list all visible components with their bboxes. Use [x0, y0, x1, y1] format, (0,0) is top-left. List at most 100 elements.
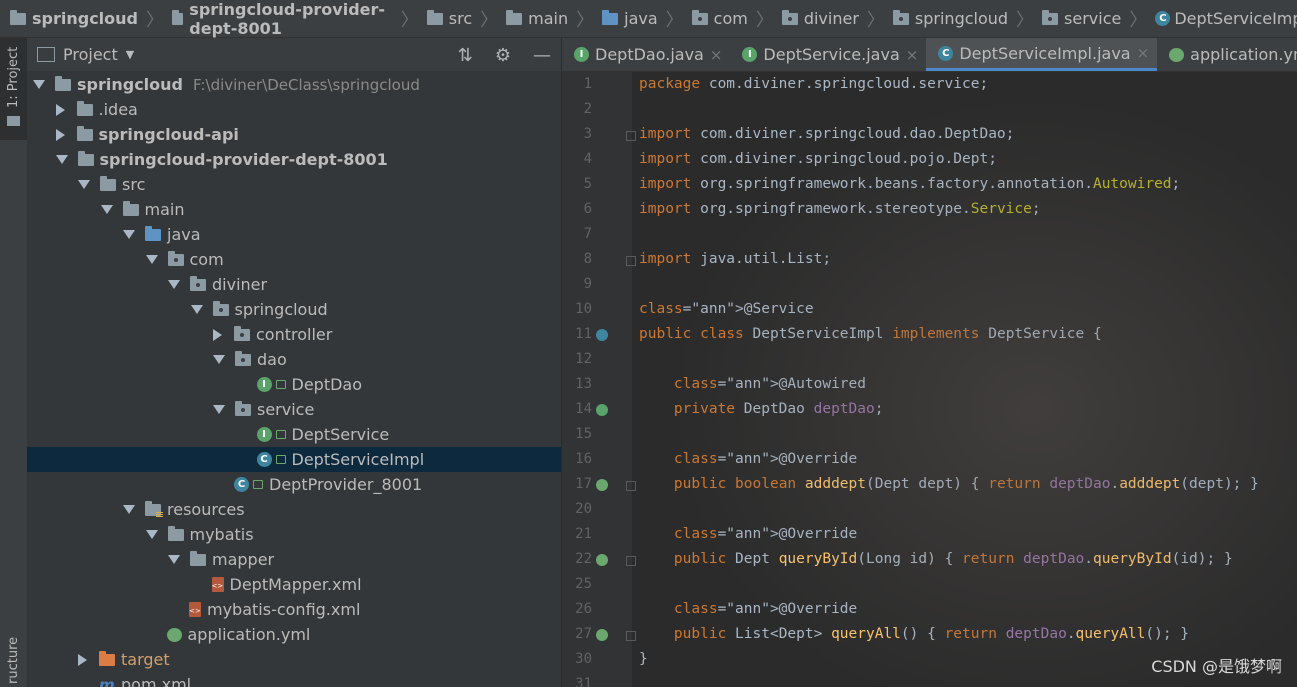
tree-item-mapper[interactable]: mapper	[27, 547, 561, 572]
tree-item-deptmapper-xml[interactable]: DeptMapper.xml	[27, 572, 561, 597]
expand-arrow-icon[interactable]	[190, 305, 203, 314]
breadcrumb-item[interactable]: springcloud-provider-dept-8001	[172, 0, 393, 38]
tree-item-deptdao[interactable]: I DeptDao	[27, 372, 561, 397]
line-number: 10	[575, 301, 592, 317]
tree-item-springcloud[interactable]: springcloud F:\diviner\DeClass\springclou…	[27, 72, 561, 97]
fold-marker-icon[interactable]	[626, 556, 636, 566]
tree-item-label: com	[189, 250, 224, 269]
breadcrumb-item[interactable]: src	[426, 9, 472, 28]
collapse-all-icon[interactable]: ⇅	[458, 45, 473, 66]
tree-item-service[interactable]: service	[27, 397, 561, 422]
expand-arrow-icon[interactable]	[55, 155, 68, 164]
expand-arrow-icon[interactable]	[123, 230, 135, 239]
tab-deptdao-java[interactable]: I DeptDao.java ×	[562, 38, 730, 71]
tree-item-pom-xml[interactable]: m pom.xml	[27, 672, 561, 687]
expand-arrow-icon[interactable]	[33, 80, 45, 89]
expand-arrow-icon[interactable]	[213, 355, 225, 364]
tree-item-springcloud-api[interactable]: springcloud-api	[27, 122, 561, 147]
tree-item-mybatis-config-xml[interactable]: mybatis-config.xml	[27, 597, 561, 622]
code-editor: I DeptDao.java × I DeptService.java × C DeptSer…	[562, 38, 1297, 687]
collapse-arrow-icon[interactable]	[78, 653, 87, 666]
tree-item-resources[interactable]: resources	[27, 497, 561, 522]
expand-arrow-icon[interactable]	[213, 405, 225, 414]
tree-item-target[interactable]: target	[27, 647, 561, 672]
tree-item-deptserviceimpl[interactable]: C DeptServiceImpl	[27, 447, 561, 472]
tab-application-yml[interactable]: application.yml×	[1157, 38, 1297, 71]
expand-arrow-icon[interactable]	[145, 255, 158, 264]
folder-icon	[7, 116, 20, 126]
minimize-icon[interactable]: —	[533, 45, 551, 66]
tree-item-springcloud-provider-dept-8001[interactable]: springcloud-provider-dept-8001	[27, 147, 561, 172]
tree-item-label: src	[122, 175, 146, 194]
code-line: import com.diviner.springcloud.dao.DeptD…	[639, 126, 1015, 142]
breadcrumb-item[interactable]: java	[602, 9, 658, 28]
line-number: 3	[583, 126, 592, 142]
tab-deptserviceimpl-java[interactable]: C DeptServiceImpl.java ×	[926, 38, 1158, 71]
implement-method-icon[interactable]	[596, 479, 608, 491]
maven-file-icon: m	[99, 675, 115, 687]
collapse-arrow-icon[interactable]	[55, 103, 65, 116]
collapse-arrow-icon[interactable]	[55, 128, 65, 141]
tree-item-deptservice[interactable]: I DeptService	[27, 422, 561, 447]
tree-item-java[interactable]: java	[27, 222, 561, 247]
chevron-down-icon[interactable]: ▼	[126, 48, 134, 61]
tree-item-controller[interactable]: controller	[27, 322, 561, 347]
tree-item-springcloud[interactable]: springcloud	[27, 297, 561, 322]
expand-arrow-icon[interactable]	[168, 280, 180, 289]
expand-arrow-icon[interactable]	[123, 505, 135, 514]
collapse-arrow-icon[interactable]	[213, 328, 222, 341]
structure-tool-label[interactable]: ructure	[6, 637, 21, 684]
breadcrumb-separator-icon: 〉	[866, 9, 885, 31]
tree-item-label: java	[167, 225, 201, 244]
fold-marker-icon[interactable]	[626, 631, 636, 641]
fold-marker-icon[interactable]	[626, 256, 636, 266]
tree-item--idea[interactable]: .idea	[27, 97, 561, 122]
close-icon[interactable]: ×	[906, 46, 919, 64]
gear-icon[interactable]: ⚙	[495, 45, 511, 66]
breadcrumb-label: DeptServiceImpl	[1174, 9, 1297, 28]
project-panel-title[interactable]: Project	[63, 45, 118, 64]
tree-item-application-yml[interactable]: application.yml	[27, 622, 561, 647]
tab-deptservice-java[interactable]: I DeptService.java ×	[730, 38, 926, 71]
implement-method-icon[interactable]	[596, 629, 608, 641]
project-tool-button[interactable]: 1: Project	[0, 38, 27, 140]
expand-arrow-icon[interactable]	[145, 530, 158, 539]
tree-item-mybatis[interactable]: mybatis	[27, 522, 561, 547]
package-icon	[691, 9, 708, 25]
module-folder-icon	[76, 125, 93, 141]
breadcrumb-item[interactable]: springcloud	[10, 9, 138, 28]
tree-item-label: mapper	[212, 550, 275, 569]
tree-item-src[interactable]: src	[27, 172, 561, 197]
close-icon[interactable]: ×	[1137, 44, 1150, 62]
tree-item-diviner[interactable]: diviner	[27, 272, 561, 297]
code-line: class="ann">@Service	[639, 301, 814, 317]
close-icon[interactable]: ×	[710, 46, 723, 64]
fold-marker-icon[interactable]	[626, 481, 636, 491]
breadcrumb-item[interactable]: springcloud	[892, 9, 1008, 28]
expand-arrow-icon[interactable]	[168, 555, 180, 564]
expand-arrow-icon[interactable]	[78, 180, 90, 189]
breadcrumb-item[interactable]: diviner	[781, 9, 859, 28]
code-line: class="ann">@Override	[673, 526, 858, 542]
tree-item-dao[interactable]: dao	[27, 347, 561, 372]
breadcrumb-item[interactable]: com	[691, 9, 748, 28]
breadcrumb-label: diviner	[803, 9, 859, 28]
yaml-file-icon	[1169, 47, 1185, 62]
fold-marker-icon[interactable]	[626, 131, 636, 141]
implement-method-icon[interactable]	[596, 554, 608, 566]
tree-item-main[interactable]: main	[27, 197, 561, 222]
breadcrumb-label: com	[713, 9, 748, 28]
breadcrumb-item[interactable]: service	[1042, 9, 1121, 28]
breadcrumb-item[interactable]: main	[506, 9, 568, 28]
tree-item-com[interactable]: com	[27, 247, 561, 272]
breadcrumb-separator-icon: 〉	[146, 9, 164, 31]
breadcrumb-item[interactable]: C DeptServiceImpl	[1155, 9, 1297, 28]
autowire-icon[interactable]	[596, 404, 608, 416]
spring-bean-icon[interactable]	[596, 329, 608, 341]
expand-arrow-icon[interactable]	[100, 205, 113, 214]
project-view-icon	[37, 47, 55, 62]
code-line: import com.diviner.springcloud.pojo.Dept…	[639, 151, 997, 167]
tree-item-deptprovider-8001[interactable]: C DeptProvider_8001	[27, 472, 561, 497]
tree-item-label: target	[121, 650, 170, 669]
